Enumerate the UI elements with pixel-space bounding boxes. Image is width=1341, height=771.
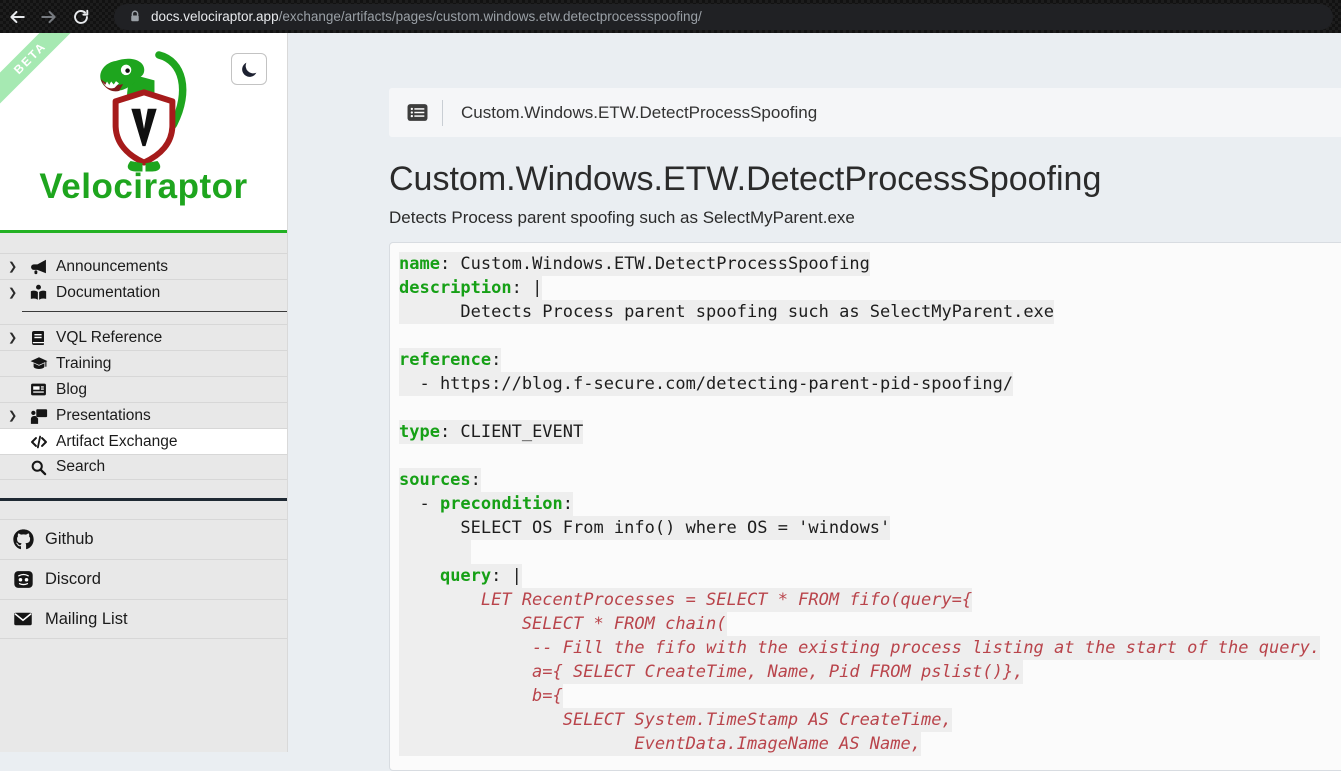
search-icon bbox=[30, 459, 56, 476]
header-bar-divider bbox=[442, 100, 443, 126]
lock-icon bbox=[128, 9, 142, 24]
dark-mode-toggle[interactable] bbox=[231, 53, 267, 85]
forward-arrow-icon bbox=[40, 8, 58, 26]
sidebar-item-training[interactable]: Training bbox=[0, 350, 287, 376]
sidebar-item-label: VQL Reference bbox=[56, 329, 162, 347]
url-path: /exchange/artifacts/pages/custom.windows… bbox=[279, 9, 702, 24]
chevron-right-icon bbox=[8, 331, 30, 344]
book-reader-icon bbox=[30, 284, 56, 301]
velociraptor-logo[interactable] bbox=[49, 49, 239, 173]
page-body: BETA bbox=[0, 33, 1341, 752]
main-area: Custom.Windows.ETW.DetectProcessSpoofing… bbox=[288, 33, 1341, 752]
sidebar-item-search[interactable]: Search bbox=[0, 454, 287, 480]
page-header-bar: Custom.Windows.ETW.DetectProcessSpoofing bbox=[389, 88, 1341, 137]
sidebar-item-github[interactable]: Github bbox=[0, 519, 287, 559]
sidebar-logo-area: BETA bbox=[0, 33, 287, 230]
sidebar-item-presentations[interactable]: Presentations bbox=[0, 402, 287, 428]
sidebar-section-divider bbox=[22, 311, 287, 312]
sidebar-bottom-divider bbox=[0, 498, 287, 501]
reload-icon bbox=[72, 8, 90, 26]
sidebar-item-documentation[interactable]: Documentation bbox=[0, 279, 287, 305]
book-icon bbox=[30, 330, 56, 346]
sidebar-item-label: Training bbox=[56, 355, 111, 373]
sidebar-item-label: Announcements bbox=[56, 258, 168, 276]
moon-icon bbox=[240, 60, 259, 79]
reload-button[interactable] bbox=[66, 3, 96, 31]
sidebar-item-label: Mailing List bbox=[45, 610, 128, 629]
sidebar-item-announcements[interactable]: Announcements bbox=[0, 253, 287, 279]
back-button[interactable] bbox=[2, 3, 32, 31]
page-title: Custom.Windows.ETW.DetectProcessSpoofing bbox=[389, 159, 1341, 199]
browser-toolbar: docs.velociraptor.app/exchange/artifacts… bbox=[0, 0, 1341, 33]
github-icon bbox=[13, 529, 45, 550]
sidebar-green-divider bbox=[0, 230, 287, 233]
list-alt-icon bbox=[407, 103, 428, 122]
chevron-right-icon bbox=[8, 260, 30, 273]
address-bar[interactable]: docs.velociraptor.app/exchange/artifacts… bbox=[114, 4, 1333, 30]
sidebar-item-vql-reference[interactable]: VQL Reference bbox=[0, 324, 287, 350]
megaphone-icon bbox=[30, 258, 56, 275]
breadcrumb: Custom.Windows.ETW.DetectProcessSpoofing bbox=[461, 103, 817, 123]
back-arrow-icon bbox=[8, 8, 26, 26]
presentation-icon bbox=[30, 407, 56, 425]
sidebar-item-label: Artifact Exchange bbox=[56, 433, 177, 451]
envelope-icon bbox=[13, 609, 45, 629]
code-icon bbox=[30, 433, 56, 451]
content-column: Custom.Windows.ETW.DetectProcessSpoofing… bbox=[389, 33, 1341, 771]
page-subtitle: Detects Process parent spoofing such as … bbox=[389, 207, 1341, 229]
brand-wordmark[interactable]: Velociraptor bbox=[39, 167, 247, 207]
sidebar: BETA bbox=[0, 33, 288, 752]
url-text: docs.velociraptor.app/exchange/artifacts… bbox=[151, 9, 702, 24]
sidebar-item-blog[interactable]: Blog bbox=[0, 376, 287, 402]
code-block: name: Custom.Windows.ETW.DetectProcessSp… bbox=[389, 242, 1341, 771]
sidebar-nav: Announcements Documentation V bbox=[0, 253, 287, 639]
url-host: docs.velociraptor.app bbox=[151, 9, 279, 24]
sidebar-item-label: Documentation bbox=[56, 284, 160, 302]
sidebar-item-mailing-list[interactable]: Mailing List bbox=[0, 599, 287, 639]
chevron-right-icon bbox=[8, 286, 30, 299]
discord-icon bbox=[13, 569, 45, 590]
sidebar-item-artifact-exchange[interactable]: Artifact Exchange bbox=[0, 428, 287, 454]
sidebar-item-discord[interactable]: Discord bbox=[0, 559, 287, 599]
chevron-right-icon bbox=[8, 409, 30, 422]
sidebar-item-label: Discord bbox=[45, 570, 101, 589]
sidebar-item-label: Blog bbox=[56, 381, 87, 399]
code-lines: name: Custom.Windows.ETW.DetectProcessSp… bbox=[399, 252, 1341, 756]
forward-button[interactable] bbox=[34, 3, 64, 31]
sidebar-item-label: Search bbox=[56, 458, 105, 476]
sidebar-item-label: Github bbox=[45, 530, 94, 549]
sidebar-item-label: Presentations bbox=[56, 407, 151, 425]
newspaper-icon bbox=[30, 381, 56, 398]
graduation-cap-icon bbox=[30, 355, 56, 373]
